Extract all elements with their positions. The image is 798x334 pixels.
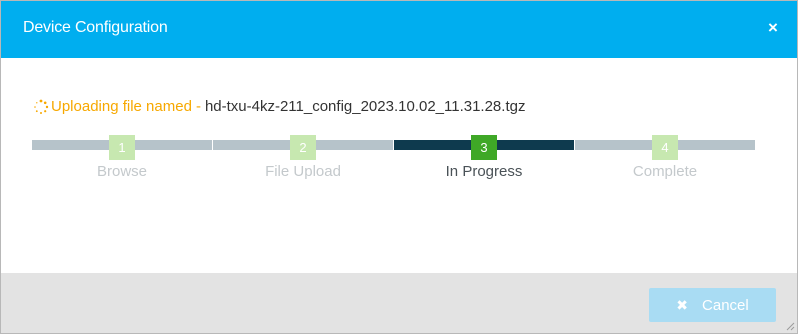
step-in-progress: 3 In Progress [394,135,574,185]
status-separator: - [195,98,201,115]
status-filename: hd-txu-4kz-211_config_2023.10.02_11.31.2… [204,98,526,115]
device-configuration-dialog: Device Configuration × Uploading file na… [0,0,798,334]
step-browse: 1 Browse [32,135,212,185]
step-number-badge: 4 [652,135,678,160]
step-number-badge: 2 [290,135,316,160]
status-label: Uploading file named [51,98,192,115]
resize-grip-icon[interactable] [785,321,795,331]
cancel-button[interactable]: ✖ Cancel [649,288,776,322]
step-number-badge: 1 [109,135,135,160]
step-complete: 4 Complete [575,135,755,185]
dialog-titlebar: Device Configuration × [1,1,797,58]
step-label: Browse [96,163,148,180]
step-label: Complete [632,163,698,180]
step-file-upload: 2 File Upload [213,135,393,185]
upload-status: Uploading file named - hd-txu-4kz-211_co… [33,98,525,115]
step-label: In Progress [445,163,523,180]
spinner-icon [34,99,49,114]
step-label: File Upload [265,163,341,180]
close-icon: ✖ [676,296,689,313]
cancel-label: Cancel [702,296,749,314]
step-number-badge: 3 [471,135,497,160]
dialog-footer: ✖ Cancel [1,273,797,333]
dialog-title: Device Configuration [23,19,168,36]
close-icon[interactable]: × [763,16,783,40]
